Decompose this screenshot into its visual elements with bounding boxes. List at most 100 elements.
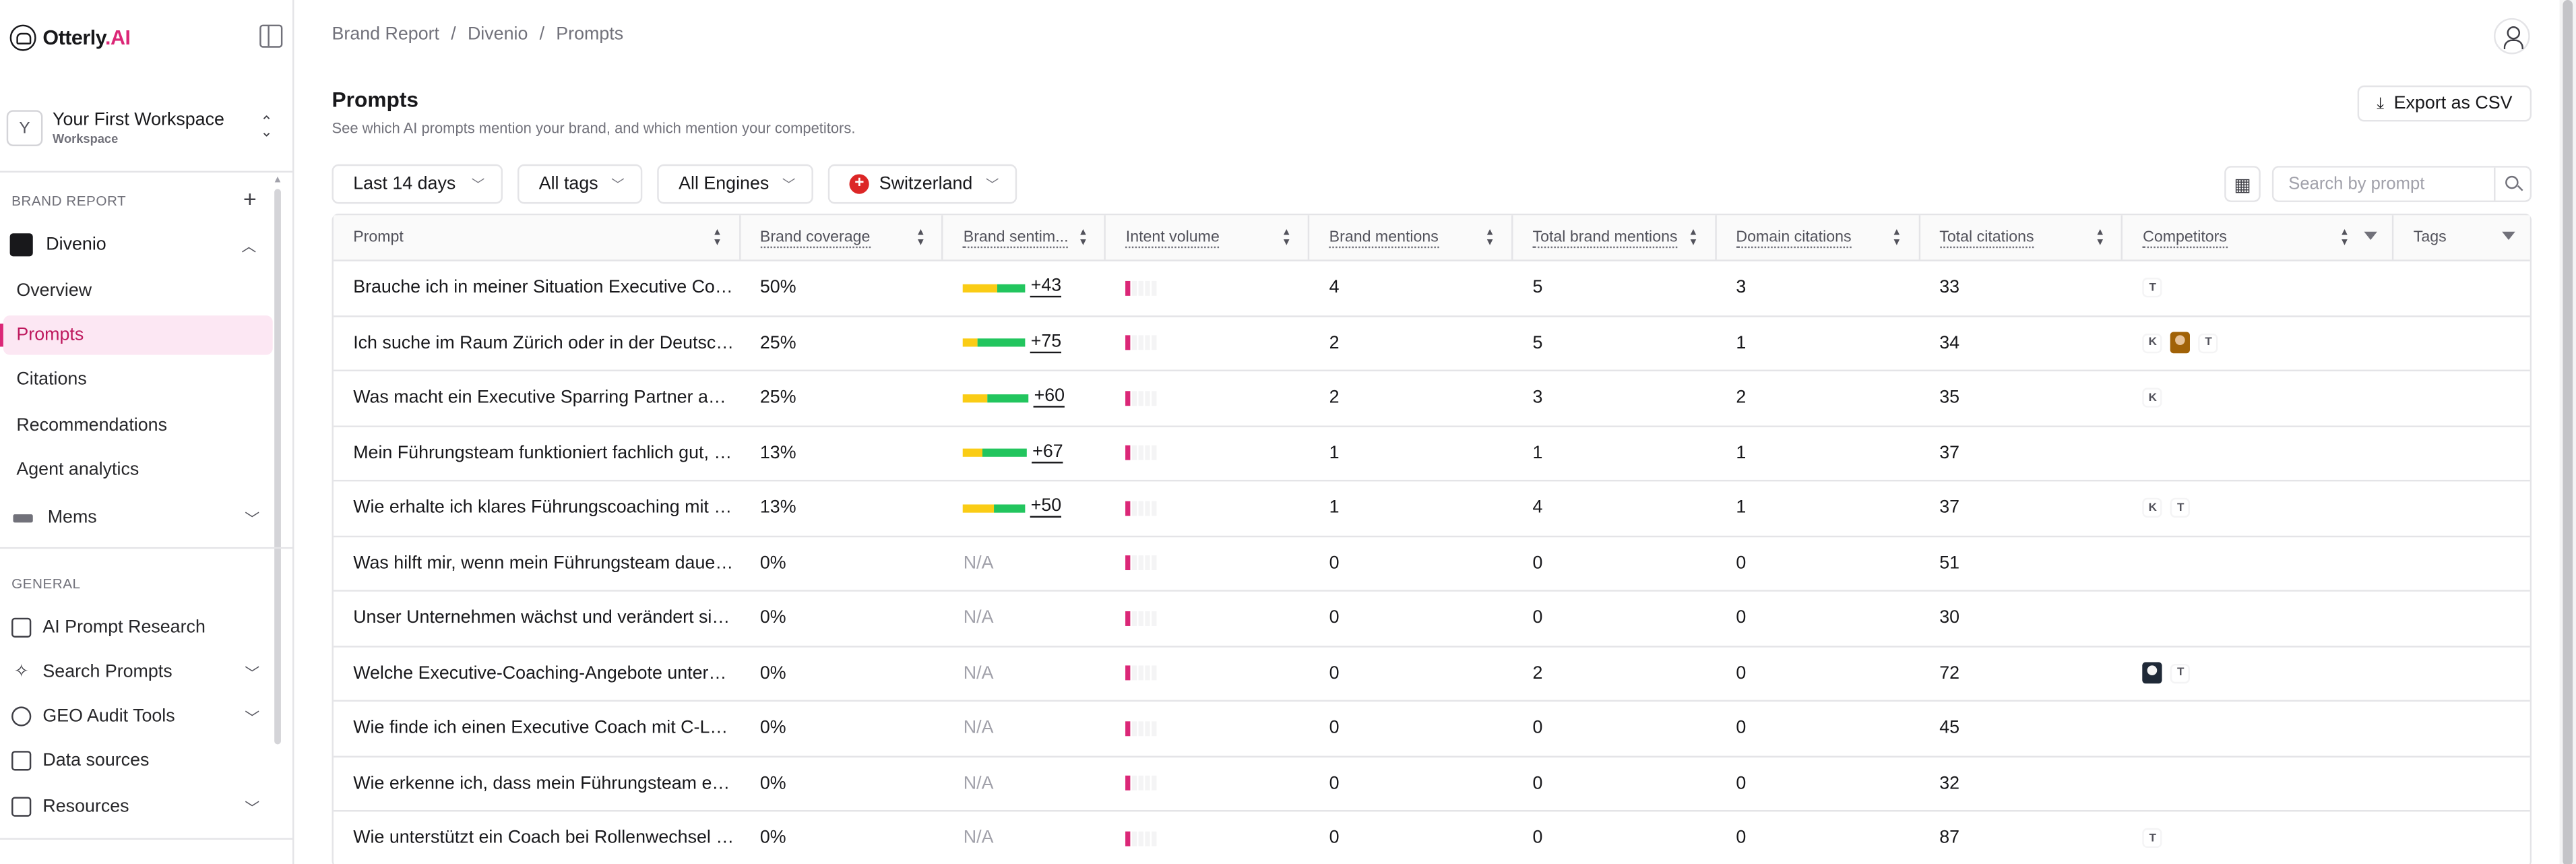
filter-icon[interactable] — [2364, 231, 2378, 240]
column-domain-citations[interactable]: Domain citations ▲ ▼ — [1716, 215, 1920, 260]
search-icon[interactable] — [2494, 167, 2530, 201]
column-total-brand-mentions[interactable]: Total brand mentions ▲ ▼ — [1513, 215, 1717, 260]
prompt-cell[interactable]: Wie erhalte ich klares Führungscoaching … — [334, 481, 741, 534]
table-row[interactable]: Mein Führungsteam funktioniert fachlich … — [333, 427, 2530, 482]
tags-select[interactable]: All tags ﹀ — [517, 164, 643, 204]
general-label: GENERAL — [11, 575, 81, 592]
intent-cell — [1106, 592, 1310, 645]
sort-icon[interactable]: ▲ ▼ — [916, 228, 926, 248]
sidebar-toggle-icon[interactable] — [259, 24, 283, 48]
sidebar-item-resources[interactable]: Resources ﹀ — [3, 787, 273, 827]
prompt-cell[interactable]: Was hilft mir, wenn mein Führungsteam da… — [334, 536, 741, 590]
breadcrumb-divenio[interactable]: Divenio — [468, 25, 528, 44]
sentiment-value[interactable]: +60 — [1034, 388, 1065, 408]
total-mentions-cell: 0 — [1532, 773, 1543, 793]
sort-icon[interactable]: ▲ ▼ — [1892, 228, 1902, 248]
column-prompt[interactable]: Prompt ▲ ▼ — [334, 215, 741, 260]
sidebar-item-recommendations[interactable]: Recommendations — [3, 406, 273, 445]
export-csv-button[interactable]: ⤓ Export as CSV — [2357, 85, 2532, 122]
prompt-cell[interactable]: Brauche ich in meiner Situation Executiv… — [334, 261, 741, 315]
prompt-text: Wie erhalte ich klares Führungscoaching … — [353, 498, 734, 518]
workspace-sub: Workspace — [53, 130, 119, 146]
column-intent-volume[interactable]: Intent volume ▲ ▼ — [1106, 215, 1310, 260]
column-brand-sentiment[interactable]: Brand sentim... ▲ ▼ — [943, 215, 1106, 260]
filter-icon[interactable] — [2502, 231, 2515, 240]
sort-icon[interactable]: ▲ ▼ — [2339, 228, 2350, 248]
table-row[interactable]: Brauche ich in meiner Situation Executiv… — [333, 261, 2530, 317]
swiss-flag-icon: + — [849, 174, 870, 194]
columns-grid-icon[interactable]: ▦ — [2224, 166, 2261, 202]
table-row[interactable]: Welche Executive-Coaching-Angebote unter… — [333, 646, 2530, 702]
sort-icon[interactable]: ▲ ▼ — [1485, 228, 1495, 248]
column-total-citations[interactable]: Total citations ▲ ▼ — [1920, 215, 2123, 260]
scroll-up-icon[interactable]: ▲ — [273, 176, 283, 186]
table-row[interactable]: Was hilft mir, wenn mein Führungsteam da… — [333, 536, 2530, 592]
column-competitors[interactable]: Competitors ▲ ▼ — [2123, 215, 2394, 260]
competitor-badge[interactable]: T — [2143, 828, 2163, 848]
column-brand-coverage[interactable]: Brand coverage ▲ ▼ — [741, 215, 944, 260]
sidebar-item-prompts[interactable]: Prompts — [0, 315, 273, 355]
competitor-avatar[interactable] — [2143, 662, 2163, 684]
sidebar-item-citations[interactable]: Citations — [3, 360, 273, 400]
brand-mentions-cell: 0 — [1329, 608, 1340, 628]
sort-icon[interactable]: ▲ ▼ — [1282, 228, 1292, 248]
sentiment-value[interactable]: +67 — [1032, 442, 1063, 463]
competitor-badge[interactable]: T — [2199, 333, 2219, 353]
sidebar-item-overview[interactable]: Overview — [3, 271, 273, 311]
app-logo[interactable]: Otterly.AI — [9, 22, 283, 55]
table-row[interactable]: Wie finde ich einen Executive Coach mit … — [333, 702, 2530, 757]
prompt-cell[interactable]: Wie finde ich einen Executive Coach mit … — [334, 702, 741, 755]
prompt-cell[interactable]: Unser Unternehmen wächst und verändert s… — [334, 592, 741, 645]
prompt-cell[interactable]: Ich suche im Raum Zürich oder in der Deu… — [334, 316, 741, 369]
sentiment-value[interactable]: +75 — [1030, 332, 1062, 353]
competitor-avatar[interactable] — [2170, 332, 2191, 354]
workspace-switcher[interactable]: Y Your First Workspace Workspace ⌃ ⌄ — [6, 105, 276, 151]
sidebar-item-mems[interactable]: Mems ﹀ — [3, 498, 273, 538]
brand-item-divenio[interactable]: Divenio ︿ — [9, 228, 270, 261]
table-row[interactable]: Ich suche im Raum Zürich oder in der Deu… — [333, 316, 2530, 372]
search-input[interactable] — [2273, 167, 2488, 201]
breadcrumb-brand-report[interactable]: Brand Report — [332, 25, 439, 44]
sort-icon[interactable]: ▲ ▼ — [2096, 228, 2106, 248]
column-brand-mentions[interactable]: Brand mentions ▲ ▼ — [1309, 215, 1513, 260]
sidebar-item-ai-prompt-research[interactable]: AI Prompt Research — [3, 608, 273, 648]
table-row[interactable]: Wie unterstützt ein Coach bei Rollenwech… — [334, 811, 2530, 864]
table-row[interactable]: Wie erkenne ich, dass mein Führungsteam … — [333, 757, 2530, 812]
column-label: Brand sentim... — [963, 228, 1069, 247]
sidebar-item-search-prompts[interactable]: ✧ Search Prompts ﹀ — [3, 652, 273, 692]
sort-icon[interactable]: ▲ ▼ — [712, 228, 722, 248]
competitor-badge[interactable]: T — [2170, 498, 2191, 518]
competitor-badge[interactable]: K — [2143, 388, 2163, 408]
sort-icon[interactable]: ▲ ▼ — [1689, 228, 1699, 248]
sentiment-value[interactable]: +43 — [1030, 277, 1062, 298]
table-row[interactable]: Unser Unternehmen wächst und verändert s… — [333, 592, 2530, 647]
sentiment-cell-wrap: N/A — [943, 536, 1106, 590]
brand-mentions-cell: 2 — [1329, 388, 1340, 408]
brand-mentions-cell: 0 — [1329, 828, 1340, 848]
competitor-badge[interactable]: K — [2143, 333, 2163, 353]
sidebar-item-data-sources[interactable]: Data sources — [3, 741, 273, 781]
competitor-badge[interactable]: T — [2170, 663, 2191, 683]
sidebar-item-geo-audit-tools[interactable]: GEO Audit Tools ﹀ — [3, 697, 273, 737]
sidebar-scrollbar[interactable] — [274, 189, 281, 745]
date-range-select[interactable]: Last 14 days ﹀ — [332, 164, 503, 204]
competitor-badge[interactable]: K — [2143, 498, 2163, 518]
prompt-cell[interactable]: Wie unterstützt ein Coach bei Rollenwech… — [334, 811, 741, 864]
table-row[interactable]: Was macht ein Executive Sparring Partner… — [333, 371, 2530, 427]
sidebar-item-agent-analytics[interactable]: Agent analytics — [3, 450, 273, 490]
add-brand-icon[interactable]: + — [243, 187, 257, 210]
country-select[interactable]: + Switzerland ﹀ — [828, 164, 1017, 204]
sentiment-value[interactable]: +50 — [1030, 497, 1062, 518]
prompt-cell[interactable]: Was macht ein Executive Sparring Partner… — [334, 371, 741, 425]
competitor-badge[interactable]: T — [2143, 278, 2163, 298]
prompt-cell[interactable]: Welche Executive-Coaching-Angebote unter… — [334, 646, 741, 700]
column-tags[interactable]: Tags — [2394, 215, 2530, 259]
engines-select[interactable]: All Engines ﹀ — [657, 164, 814, 204]
table-row[interactable]: Wie erhalte ich klares Führungscoaching … — [333, 481, 2530, 537]
total-citations-cell: 37 — [1939, 498, 1960, 518]
page-scrollbar[interactable] — [2559, 0, 2576, 864]
prompt-cell[interactable]: Wie erkenne ich, dass mein Führungsteam … — [334, 757, 741, 810]
prompt-cell[interactable]: Mein Führungsteam funktioniert fachlich … — [334, 427, 741, 480]
user-icon[interactable] — [2494, 18, 2530, 55]
sort-icon[interactable]: ▲ ▼ — [1078, 228, 1088, 248]
